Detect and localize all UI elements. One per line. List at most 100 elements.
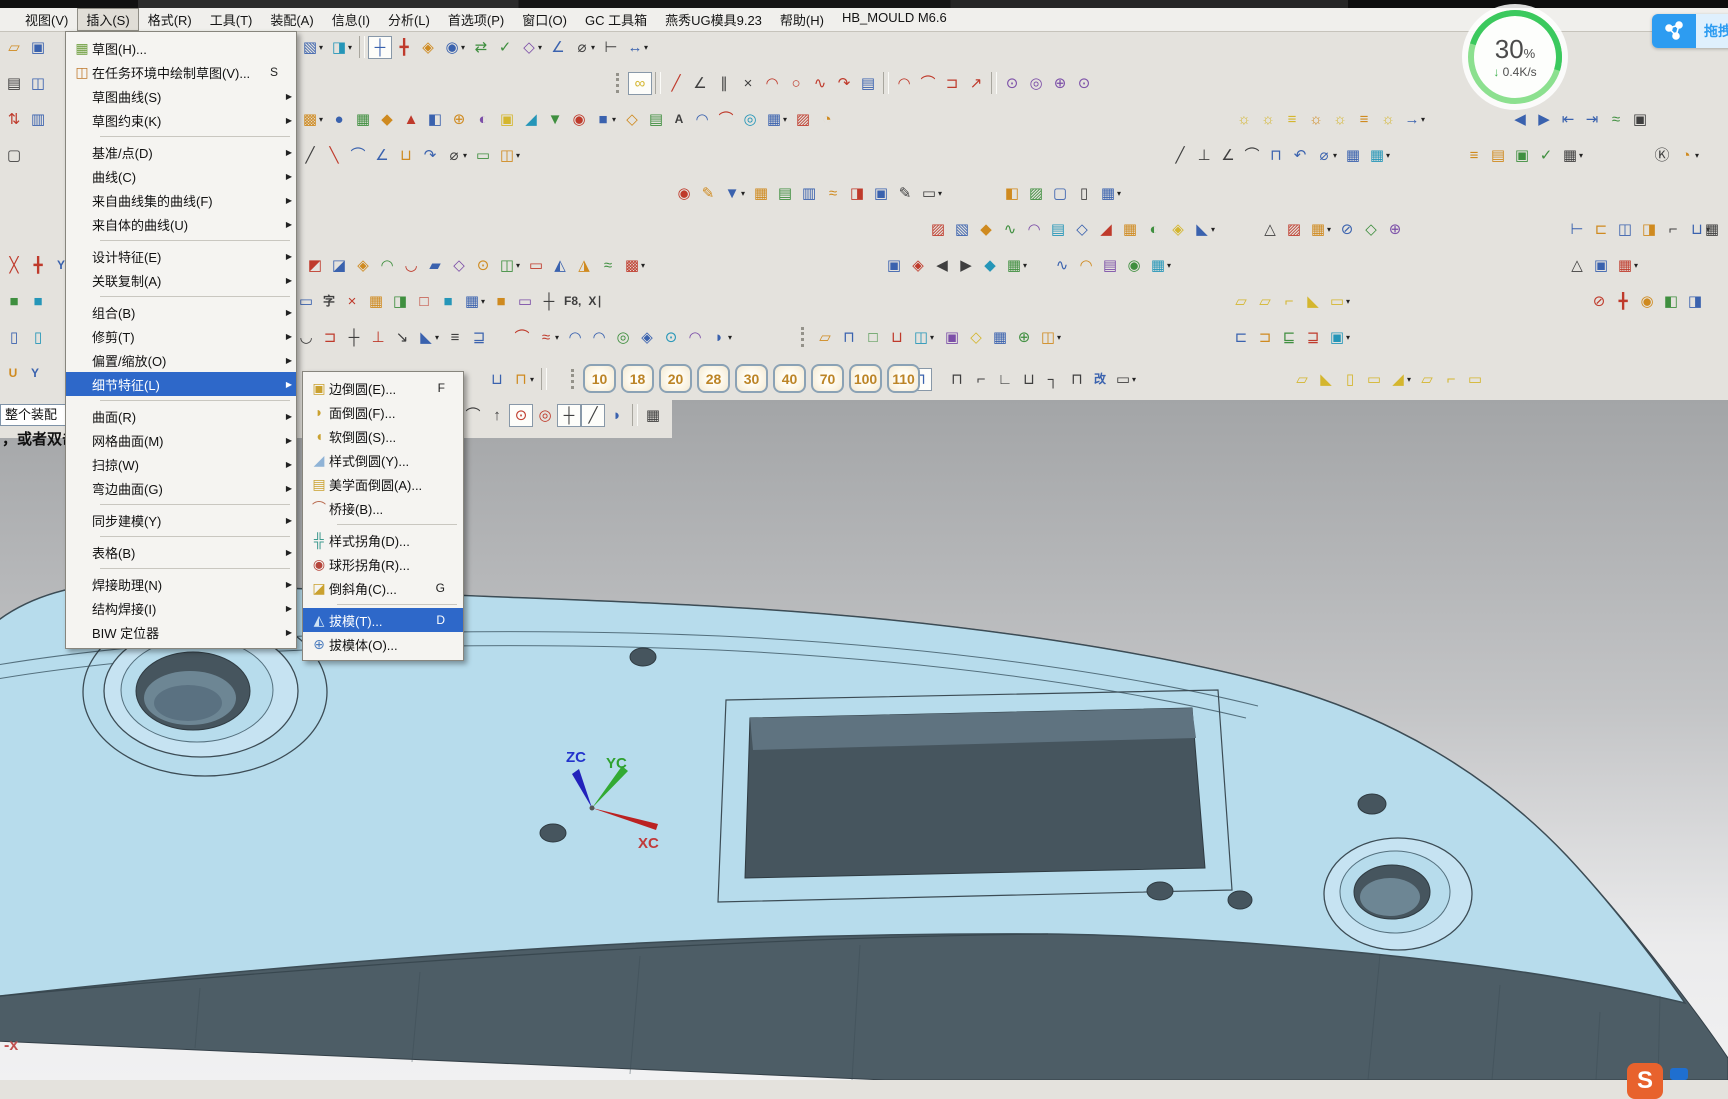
toolbar-icon[interactable]: ▯ <box>26 325 50 350</box>
dropdown-caret-icon[interactable]: ▾ <box>612 115 620 124</box>
number-chip-button[interactable]: 110 <box>887 364 920 393</box>
detail-submenu-item-5[interactable]: ⌒桥接(B)... <box>303 496 463 520</box>
toolbar-icon[interactable]: ◉ <box>567 107 591 132</box>
toolbar-icon[interactable]: ☼ <box>1376 107 1400 132</box>
toolbar-icon[interactable]: ▱ <box>1229 289 1253 314</box>
dropdown-caret-icon[interactable]: ▾ <box>461 43 469 52</box>
toolbar-icon[interactable]: ◡ <box>399 253 423 278</box>
dropdown-caret-icon[interactable]: ▾ <box>348 43 356 52</box>
toolbar-icon[interactable]: ╋ <box>1611 289 1635 314</box>
toolbar-icon[interactable]: ∿ <box>998 217 1022 242</box>
insert-menu-item-7[interactable]: 来自曲线集的曲线(F)▶ <box>66 188 296 212</box>
menubar-item-9[interactable]: GC 工具箱 <box>576 8 656 31</box>
toolbar-icon[interactable]: ▼ <box>543 107 567 132</box>
toolbar-icon[interactable]: ▢ <box>2 143 26 168</box>
toolbar-icon[interactable]: ↑ <box>485 403 509 428</box>
toolbar-icon[interactable]: ⊔ <box>1017 367 1041 392</box>
toolbar-icon[interactable]: ◭ <box>548 253 572 278</box>
toolbar-icon[interactable]: ⊒ <box>1301 325 1325 350</box>
insert-menu-item-18[interactable]: 曲面(R)▶ <box>66 404 296 428</box>
toolbar-icon[interactable]: ◇ <box>620 107 644 132</box>
dropdown-caret-icon[interactable]: ▾ <box>435 333 443 342</box>
toolbar-icon[interactable]: ∠ <box>688 71 712 96</box>
toolbar-icon[interactable]: ✓ <box>1534 143 1558 168</box>
insert-menu-item-14[interactable]: 修剪(T)▶ <box>66 324 296 348</box>
toolbar-icon[interactable]: ∠ <box>370 143 394 168</box>
toolbar-icon[interactable]: ▦ <box>1341 143 1365 168</box>
toolbar-icon[interactable]: ⊙ <box>1072 71 1096 96</box>
insert-menu-item-19[interactable]: 网格曲面(M)▶ <box>66 428 296 452</box>
toolbar-icon[interactable]: ▱ <box>813 325 837 350</box>
toolbar-icon[interactable]: ∿ <box>1050 253 1074 278</box>
toolbar-icon[interactable]: ◐ <box>471 107 495 132</box>
toolbar-icon[interactable]: ◧ <box>1000 181 1024 206</box>
toolbar-icon[interactable]: ┼ <box>537 289 561 314</box>
toolbar-icon[interactable]: ▭ <box>294 289 318 314</box>
toolbar-icon[interactable]: ◇ <box>447 253 471 278</box>
toolbar-icon[interactable]: ╳ <box>2 253 26 278</box>
toolbar-icon[interactable]: ≡ <box>1280 107 1304 132</box>
number-chip-button[interactable]: 70 <box>811 364 844 393</box>
toolbar-icon[interactable]: ◠ <box>587 325 611 350</box>
toolbar-icon[interactable]: ┼ <box>368 36 392 59</box>
toolbar-icon[interactable]: ▭ <box>1362 367 1386 392</box>
toolbar-icon[interactable]: ◪ <box>327 253 351 278</box>
toolbar-icon[interactable]: ● <box>327 107 351 132</box>
toolbar-icon[interactable]: ◇ <box>1359 217 1383 242</box>
dropdown-caret-icon[interactable]: ▾ <box>1407 375 1415 384</box>
insert-menu-item-2[interactable]: 草图曲线(S)▶ <box>66 84 296 108</box>
toolbar-icon[interactable]: ▭ <box>524 253 548 278</box>
dropdown-caret-icon[interactable]: ▾ <box>783 115 791 124</box>
toolbar-icon[interactable]: ╱ <box>1168 143 1192 168</box>
toolbar-icon[interactable]: × <box>340 289 364 314</box>
number-chip-button[interactable]: 10 <box>583 364 616 393</box>
toolbar-icon[interactable]: ≈ <box>821 181 845 206</box>
toolbar-icon[interactable]: ▣ <box>495 107 519 132</box>
toolbar-icon[interactable]: ■ <box>2 289 26 314</box>
toolbar-icon[interactable]: ⊐ <box>940 71 964 96</box>
toolbar-icon[interactable]: ▣ <box>1589 253 1613 278</box>
toolbar-icon[interactable]: ▣ <box>1510 143 1534 168</box>
toolbar-icon[interactable]: ╋ <box>392 35 416 60</box>
toolbar-icon[interactable]: ▦ <box>351 107 375 132</box>
toolbar-icon[interactable]: ▤ <box>773 181 797 206</box>
toolbar-icon[interactable]: ▨ <box>926 217 950 242</box>
toolbar-icon[interactable]: ▯ <box>2 325 26 350</box>
detail-submenu-item-11[interactable]: ◭拔模(T)...D <box>303 608 463 632</box>
toolbar-icon[interactable]: ▰ <box>423 253 447 278</box>
toolbar-icon[interactable]: ↷ <box>832 71 856 96</box>
toolbar-icon[interactable]: ⌒ <box>346 143 370 168</box>
toolbar-icon[interactable]: ⊘ <box>1335 217 1359 242</box>
toolbar-icon[interactable]: ≡ <box>1462 143 1486 168</box>
toolbar-icon[interactable]: ◎ <box>611 325 635 350</box>
toolbar-icon[interactable]: ◨ <box>845 181 869 206</box>
toolbar-icon[interactable]: ▦ <box>641 403 665 428</box>
toolbar-icon[interactable]: ▥ <box>26 107 50 132</box>
detail-submenu-item-7[interactable]: ╬样式拐角(D)... <box>303 528 463 552</box>
toolbar-icon[interactable]: ☼ <box>1328 107 1352 132</box>
toolbar-icon[interactable]: ⊔ <box>394 143 418 168</box>
detail-submenu-item-9[interactable]: ◪倒斜角(C)...G <box>303 576 463 600</box>
toolbar-icon[interactable]: ▨ <box>1282 217 1306 242</box>
dropdown-caret-icon[interactable]: ▾ <box>641 261 649 270</box>
dropdown-caret-icon[interactable]: ▾ <box>1421 115 1429 124</box>
toolbar-icon[interactable]: × <box>736 71 760 96</box>
toolbar-icon[interactable]: ◧ <box>1659 289 1683 314</box>
toolbar-icon[interactable]: ◠ <box>375 253 399 278</box>
toolbar-icon[interactable]: ∠ <box>1216 143 1240 168</box>
toolbar-icon[interactable]: F8, <box>561 289 584 314</box>
toolbar-icon[interactable]: ◔ <box>815 107 839 132</box>
toolbar-icon[interactable]: ▯ <box>1072 181 1096 206</box>
toolbar-icon[interactable]: ⊓ <box>1264 143 1288 168</box>
menubar-item-7[interactable]: 首选项(P) <box>439 8 513 31</box>
menubar-item-5[interactable]: 信息(I) <box>323 8 379 31</box>
insert-menu-item-25[interactable]: 表格(B)▶ <box>66 540 296 564</box>
dropdown-caret-icon[interactable]: ▾ <box>530 375 538 384</box>
dropdown-caret-icon[interactable]: ▾ <box>555 333 563 342</box>
toolbar-icon[interactable]: ▣ <box>1628 107 1652 132</box>
toolbar-icon[interactable]: ⌐ <box>969 367 993 392</box>
toolbar-icon[interactable]: A <box>668 107 690 132</box>
toolbar-icon[interactable]: ☼ <box>1304 107 1328 132</box>
toolbar-icon[interactable]: ⊕ <box>1383 217 1407 242</box>
toolbar-icon[interactable]: ▲ <box>399 107 423 132</box>
